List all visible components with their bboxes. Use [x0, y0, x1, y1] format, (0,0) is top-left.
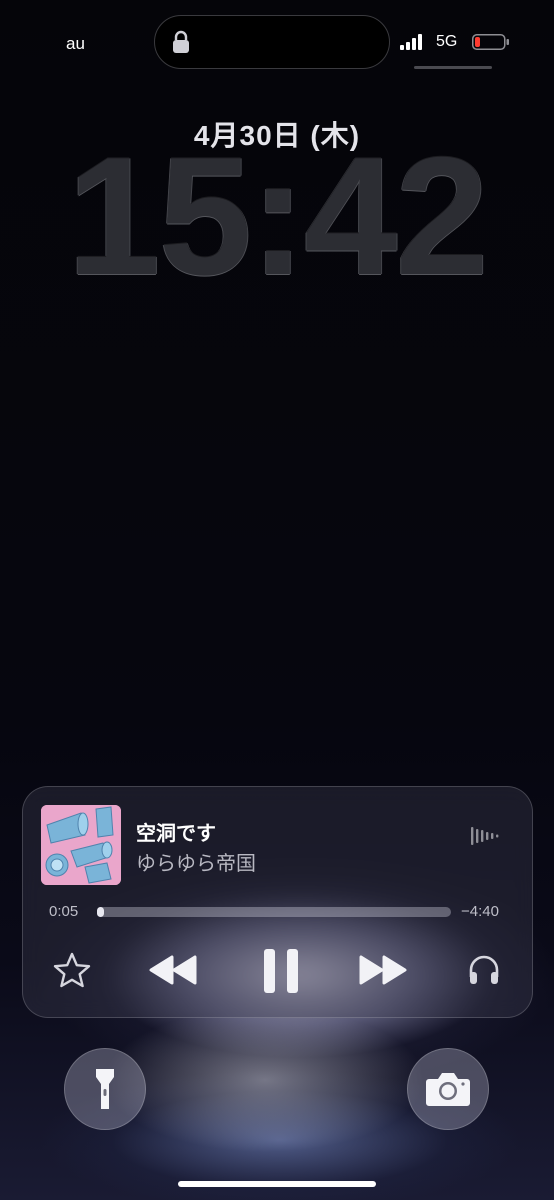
rewind-icon[interactable]	[147, 953, 199, 987]
waveform-icon	[471, 827, 499, 845]
home-indicator[interactable]	[178, 1181, 376, 1187]
dynamic-island	[154, 15, 390, 69]
signal-icon	[400, 34, 422, 50]
flashlight-button[interactable]	[64, 1048, 146, 1130]
now-playing-widget[interactable]: 空洞です ゆらゆら帝国 0:05 −4:40	[22, 786, 533, 1018]
camera-icon	[426, 1073, 470, 1106]
album-artwork-graphic	[41, 805, 121, 885]
battery-icon	[472, 34, 509, 50]
elapsed-time: 0:05	[49, 903, 79, 920]
lock-time: 15:42	[67, 122, 489, 310]
headphones-icon[interactable]	[467, 953, 501, 987]
lock-icon	[173, 30, 189, 53]
carrier-label: au	[66, 34, 85, 53]
camera-button[interactable]	[407, 1048, 489, 1130]
track-artist: ゆらゆら帝国	[136, 853, 256, 875]
flashlight-icon	[96, 1069, 114, 1109]
remaining-time: −4:40	[461, 903, 499, 920]
progress-scrubber[interactable]	[97, 907, 451, 917]
pause-icon[interactable]	[261, 947, 301, 995]
progress-fill	[97, 907, 105, 917]
star-icon[interactable]	[53, 952, 91, 988]
status-indicator-bar	[414, 66, 492, 69]
fast-forward-icon[interactable]	[357, 953, 409, 987]
track-title: 空洞です	[136, 823, 216, 845]
network-type: 5G	[436, 33, 458, 50]
album-artwork[interactable]	[41, 805, 121, 885]
